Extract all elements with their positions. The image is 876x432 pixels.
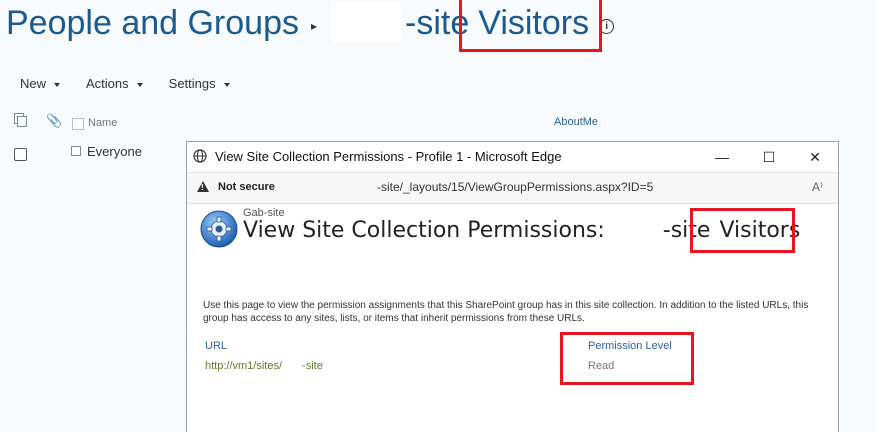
redacted-region — [614, 218, 663, 244]
select-all-checkbox[interactable] — [72, 118, 84, 130]
not-secure-label[interactable]: Not secure — [218, 181, 275, 193]
redacted-region — [331, 3, 402, 43]
list-header: 📎 Name AboutMe — [0, 110, 876, 136]
highlight-title-visitors — [459, 0, 602, 52]
actions-menu-button[interactable]: Actions — [86, 76, 143, 91]
highlight-heading-visitors — [690, 208, 795, 253]
window-titlebar[interactable]: View Site Collection Permissions - Profi… — [187, 142, 838, 172]
new-label: New — [20, 76, 47, 91]
caret-down-icon — [136, 82, 143, 87]
attachment-icon: 📎 — [46, 113, 63, 128]
breadcrumb-separator-icon: ▸ — [310, 19, 318, 33]
minimize-button[interactable]: — — [708, 146, 736, 168]
sharepoint-gear-icon — [200, 210, 238, 248]
url-prefix: http://vm1/sites/ — [205, 360, 283, 372]
window-title: View Site Collection Permissions - Profi… — [215, 149, 562, 164]
column-header-url: URL — [205, 340, 228, 352]
column-header-aboutme[interactable]: AboutMe — [554, 116, 598, 128]
permission-url-link[interactable]: http://vm1/sites/ -site — [205, 360, 323, 372]
globe-icon — [193, 149, 207, 163]
intro-description: Use this page to view the permission ass… — [203, 300, 809, 324]
highlight-permission-level — [560, 332, 694, 385]
caret-down-icon — [54, 82, 61, 87]
url-suffix: -site — [302, 360, 323, 372]
read-aloud-icon[interactable]: A⁾ — [812, 180, 823, 194]
page-title: People and Groups — [6, 3, 299, 42]
edge-popup-window: View Site Collection Permissions - Profi… — [186, 141, 839, 432]
caret-down-icon — [223, 82, 230, 87]
settings-label: Settings — [168, 76, 216, 91]
address-bar[interactable]: ! Not secure -site/_layouts/15/ViewGroup… — [187, 172, 838, 204]
address-url[interactable]: -site/_layouts/15/ViewGroupPermissions.a… — [377, 180, 653, 194]
column-header-name[interactable]: Name — [88, 117, 117, 129]
settings-menu-button[interactable]: Settings — [169, 76, 230, 91]
heading-prefix: View Site Collection Permissions: — [243, 218, 605, 243]
new-menu-button[interactable]: New — [20, 76, 61, 91]
maximize-button[interactable]: ☐ — [755, 146, 783, 168]
warning-mark: ! — [201, 183, 204, 192]
row-select-checkbox[interactable] — [14, 148, 27, 161]
close-button[interactable]: ✕ — [801, 146, 829, 168]
toolbar: New Actions Settings — [20, 76, 256, 91]
documents-icon[interactable] — [14, 113, 28, 127]
list-item-name[interactable]: Everyone — [87, 144, 142, 159]
row-item-checkbox[interactable] — [71, 146, 81, 156]
actions-label: Actions — [86, 76, 129, 91]
